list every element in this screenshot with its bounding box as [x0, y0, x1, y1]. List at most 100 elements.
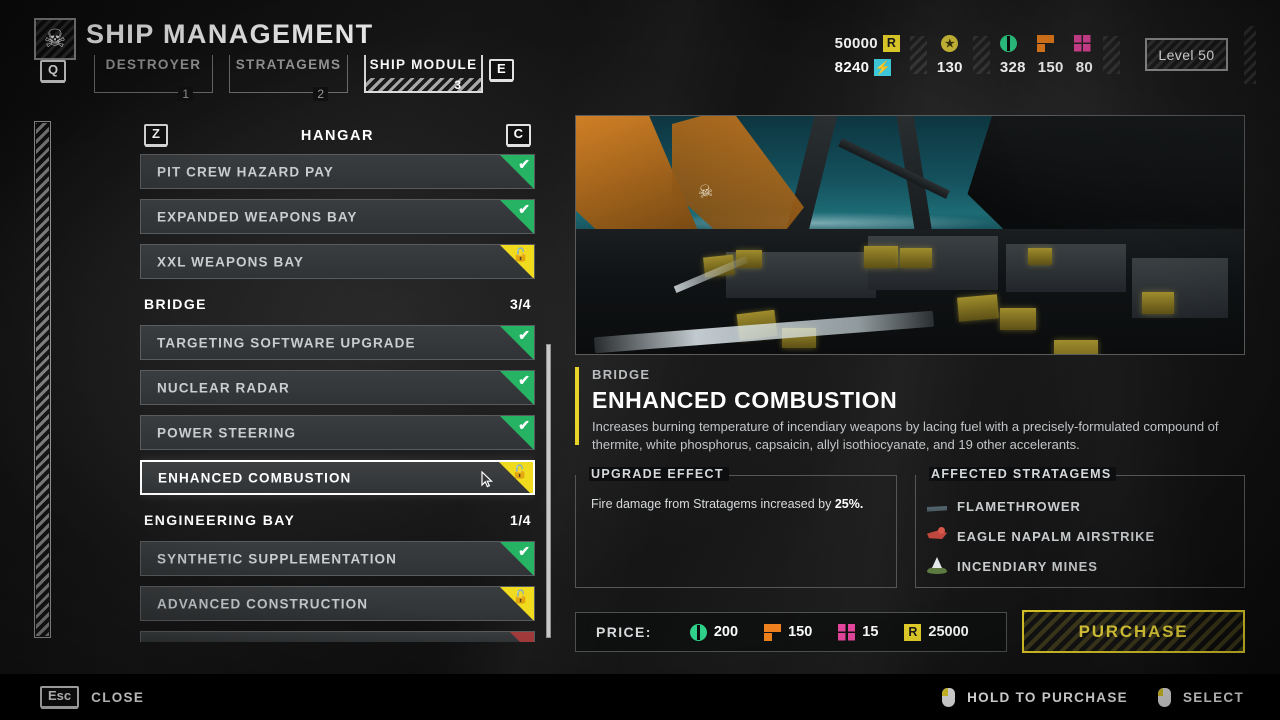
- group-header-bridge: BRIDGE 3/4: [140, 289, 535, 319]
- tab-underline: [229, 92, 348, 93]
- tab-destroyer[interactable]: DESTROYER 1: [86, 55, 221, 101]
- common-sample-value: 328: [999, 58, 1026, 76]
- medal-counter: 8240 ⚡: [835, 57, 900, 78]
- tab-underline: [94, 92, 213, 93]
- detail-panel: ☠ BRIDGE ENHANCED COMBUSTION Increases b…: [575, 115, 1245, 653]
- upgrade-effect-value: 25%.: [834, 497, 864, 511]
- tab-bar: DESTROYER 1 STRATAGEMS 2 SHIP MODULE 3: [86, 55, 491, 101]
- list-item[interactable]: PIT CREW HAZARD PAY ✔: [140, 154, 535, 189]
- stratagem-item: FLAMETHROWER: [927, 491, 1235, 521]
- separator-hatching: [1103, 36, 1120, 74]
- list-title: HANGAR: [300, 128, 375, 144]
- hold-to-purchase-label: HOLD TO PURCHASE: [967, 689, 1128, 705]
- list-scrollbar[interactable]: [546, 344, 551, 638]
- list-item-label: ADVANCED CONSTRUCTION: [157, 596, 369, 611]
- list-item-label: POWER STEERING: [157, 425, 297, 440]
- group-label: ENGINEERING BAY: [144, 512, 296, 528]
- rail-hatching: [36, 123, 49, 636]
- requisition-counter: 50000 R: [835, 33, 900, 54]
- list-item[interactable]: SYNTHETIC SUPPLEMENTATION ✔: [140, 541, 535, 576]
- box-border: [575, 475, 897, 588]
- level-badge: Level 50: [1145, 38, 1228, 71]
- list-header: Z HANGAR C: [140, 124, 535, 154]
- esc-key: Esc: [40, 686, 80, 708]
- mouse-left-button-icon: [942, 687, 956, 707]
- select-label: SELECT: [1182, 689, 1244, 705]
- price-label: PRICE:: [596, 624, 652, 640]
- currency-group: 50000 R 8240 ⚡: [835, 33, 900, 78]
- preview-screen: [864, 246, 898, 268]
- hold-to-purchase-prompt[interactable]: HOLD TO PURCHASE: [942, 687, 1128, 707]
- common-sample-icon: [999, 34, 1017, 52]
- detail-name: ENHANCED COMBUSTION: [592, 387, 898, 413]
- preview-screen: [1028, 248, 1052, 265]
- footer-bar: Esc CLOSE HOLD TO PURCHASE SELECT: [0, 674, 1280, 720]
- preview-screen: [957, 294, 999, 322]
- stratagem-label: FLAMETHROWER: [957, 498, 1081, 514]
- next-section-key[interactable]: C: [505, 124, 531, 146]
- stratagem-list: FLAMETHROWER EAGLE NAPALM AIRSTRIKE INCE…: [927, 491, 1235, 581]
- tab-number: 1: [178, 87, 193, 101]
- header: ☠ SHIP MANAGEMENT Q E DESTROYER 1 STRATA…: [0, 0, 1280, 104]
- group-count: 1/4: [510, 512, 531, 528]
- super-credit-icon: ★: [941, 34, 959, 52]
- detail-description: Increases burning temperature of incendi…: [592, 419, 1219, 452]
- locked-lock-icon: 🔓: [500, 245, 534, 278]
- next-tab-key[interactable]: E: [489, 59, 514, 81]
- list-item[interactable]: NUCLEAR RADAR ✔: [140, 370, 535, 405]
- locked-lock-icon: 🔓: [499, 462, 533, 493]
- list-item-label: EXPANDED WEAPONS BAY: [157, 209, 358, 224]
- close-prompt[interactable]: Esc CLOSE: [40, 686, 144, 708]
- incendiary-mines-icon: [927, 556, 947, 576]
- price-item-requisition: R 25000: [904, 623, 969, 641]
- rare-sample-icon: [1036, 34, 1054, 52]
- module-list-panel: Z HANGAR C PIT CREW HAZARD PAY ✔ EXPANDE…: [140, 124, 535, 642]
- list-item-partial[interactable]: [140, 631, 535, 642]
- list-item[interactable]: ADVANCED CONSTRUCTION 🔓: [140, 586, 535, 621]
- list-item[interactable]: EXPANDED WEAPONS BAY ✔: [140, 199, 535, 234]
- list-item-selected[interactable]: ENHANCED COMBUSTION 🔓: [140, 460, 535, 495]
- price-value: 200: [713, 624, 739, 640]
- detail-accent-bar: [575, 367, 579, 445]
- list-item[interactable]: XXL WEAPONS BAY 🔓: [140, 244, 535, 279]
- left-decorative-rail: [34, 121, 51, 638]
- list-item-label: TARGETING SOFTWARE UPGRADE: [157, 335, 416, 350]
- stratagem-label: INCENDIARY MINES: [957, 558, 1098, 574]
- detail-category: BRIDGE: [592, 367, 651, 382]
- group-header-engineering-bay: ENGINEERING BAY 1/4: [140, 505, 535, 535]
- medal-icon: ⚡: [874, 58, 892, 76]
- stratagem-item: EAGLE NAPALM AIRSTRIKE: [927, 521, 1235, 551]
- requisition-icon: R: [904, 623, 922, 641]
- list-item-label: NUCLEAR RADAR: [157, 380, 290, 395]
- tab-frame: [94, 55, 213, 93]
- prev-tab-key[interactable]: Q: [40, 60, 67, 82]
- list-item[interactable]: POWER STEERING ✔: [140, 415, 535, 450]
- tab-number: 3: [454, 78, 461, 92]
- box-bottom-line: [575, 587, 897, 588]
- owned-check-icon: ✔: [500, 155, 534, 188]
- tab-number: 2: [313, 87, 328, 101]
- owned-check-icon: ✔: [500, 200, 534, 233]
- list-item[interactable]: TARGETING SOFTWARE UPGRADE ✔: [140, 325, 535, 360]
- separator-hatching: [972, 36, 990, 74]
- owned-check-icon: ✔: [500, 542, 534, 575]
- price-item-rare-samples: 150: [764, 623, 812, 641]
- tab-stratagems[interactable]: STRATAGEMS 2: [221, 55, 356, 101]
- mouse-left-button-icon: [1157, 687, 1171, 707]
- tab-ship-module[interactable]: SHIP MODULE 3: [356, 55, 491, 97]
- page-title: SHIP MANAGEMENT: [86, 19, 374, 49]
- super-credit-counter: 130: [937, 57, 963, 78]
- mouse-cursor-icon: [481, 471, 493, 488]
- box-bottom-line: [915, 587, 1245, 588]
- select-prompt[interactable]: SELECT: [1157, 687, 1244, 707]
- group-label: BRIDGE: [144, 296, 207, 312]
- list-item-label: PIT CREW HAZARD PAY: [157, 164, 334, 179]
- purchase-button[interactable]: PURCHASE: [1022, 610, 1245, 653]
- common-sample-icon: [689, 623, 707, 641]
- right-edge-hatching: [1244, 26, 1256, 84]
- preview-screen: [1054, 340, 1098, 354]
- upgrade-effect-text: Fire damage from Stratagems increased by…: [591, 495, 871, 513]
- owned-check-icon: ✔: [500, 416, 534, 449]
- skull-icon: ☠: [34, 18, 76, 60]
- module-list[interactable]: PIT CREW HAZARD PAY ✔ EXPANDED WEAPONS B…: [140, 154, 535, 642]
